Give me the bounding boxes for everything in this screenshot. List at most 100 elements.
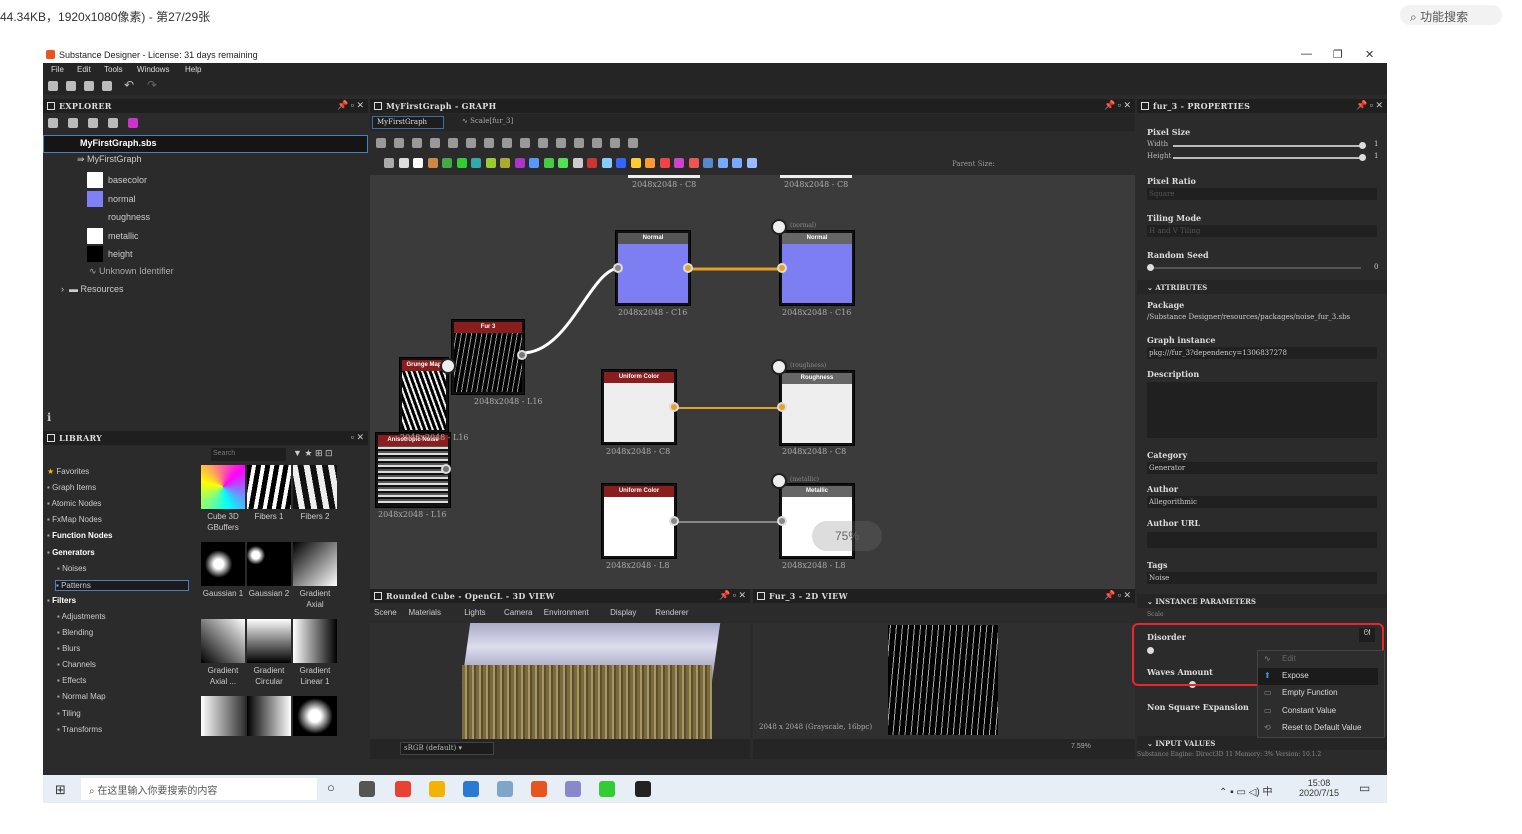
rough-out-input-port[interactable]: [777, 402, 787, 412]
top-node-1[interactable]: [628, 175, 700, 178]
epic-icon[interactable]: [635, 781, 651, 797]
node-shortcut-icon[interactable]: [529, 158, 539, 168]
graph-tool-icon[interactable]: [574, 138, 584, 148]
explorer-icon[interactable]: [429, 781, 445, 797]
tiling-mode-select[interactable]: H and V Tiling: [1147, 225, 1377, 237]
uniform2-output-port[interactable]: [669, 516, 679, 526]
metal-out-input-port[interactable]: [777, 516, 787, 526]
graph-tool-icon[interactable]: [502, 138, 512, 148]
view2d-viewport[interactable]: 2048 x 2048 (Grayscale, 16bpc): [753, 623, 1135, 739]
library-thumbnail[interactable]: [247, 696, 291, 736]
view3d-menu-item[interactable]: Display: [610, 608, 636, 617]
panel-buttons[interactable]: 📌 ▫ ✕: [1356, 100, 1383, 111]
close-button[interactable]: ✕: [1365, 48, 1374, 61]
node-shortcut-icon[interactable]: [674, 158, 684, 168]
aniso-output-port[interactable]: [441, 464, 451, 474]
node-shortcut-icon[interactable]: [514, 158, 525, 168]
photos-icon[interactable]: [497, 781, 513, 797]
library-category-item[interactable]: ▪ Adjustments: [57, 612, 106, 621]
tree-unknown-row[interactable]: ∿ Unknown Identifier: [89, 266, 174, 284]
redo-icon[interactable]: ↷: [147, 78, 157, 92]
library-category-item[interactable]: ▪ Atomic Nodes: [47, 499, 101, 508]
node-shortcut-icon[interactable]: [616, 158, 626, 168]
graph-tool-icon[interactable]: [448, 138, 458, 148]
library-category-item[interactable]: ▪ FxMap Nodes: [47, 515, 102, 524]
node-shortcut-icon[interactable]: [587, 158, 597, 168]
node-shortcut-icon[interactable]: [384, 158, 394, 168]
fur-output-port[interactable]: [517, 350, 527, 360]
tray-icons[interactable]: ⌃ ▪ ▭ ◁) 中: [1219, 783, 1273, 798]
node-shortcut-icon[interactable]: [601, 158, 612, 168]
menu-file[interactable]: File: [51, 65, 64, 74]
library-thumbnail[interactable]: [201, 696, 245, 736]
new-graph-icon[interactable]: [66, 81, 76, 91]
instance-params-section[interactable]: ⌄ INSTANCE PARAMETERS: [1137, 594, 1387, 608]
normal-node[interactable]: Normal: [616, 231, 690, 305]
node-shortcut-icon[interactable]: [485, 158, 496, 168]
view3d-menu-item[interactable]: Renderer: [655, 608, 688, 617]
chrome-icon[interactable]: [395, 781, 411, 797]
context-menu-item[interactable]: ⟲ Reset to Default Value: [1258, 720, 1378, 737]
library-thumbnail[interactable]: [293, 465, 337, 509]
width-knob[interactable]: [1359, 142, 1366, 149]
seed-knob[interactable]: [1147, 264, 1154, 271]
library-thumbnail[interactable]: [247, 619, 291, 663]
menu-windows[interactable]: Windows: [137, 65, 169, 74]
library-search-input[interactable]: Search: [211, 448, 286, 461]
substance-taskbar-icon[interactable]: [531, 781, 547, 797]
view3d-menu-item[interactable]: Materials: [409, 608, 441, 617]
category-field[interactable]: Generator: [1147, 462, 1377, 474]
node-shortcut-icon[interactable]: [717, 158, 728, 168]
tab-scale-fur[interactable]: ∿ Scale[fur_3]: [462, 117, 513, 125]
graph-instance-field[interactable]: pkg:///fur_3?dependency=1306837278: [1147, 347, 1377, 359]
top-node-2[interactable]: [780, 175, 852, 178]
graph-tool-icon[interactable]: [556, 138, 566, 148]
restore-button[interactable]: ❐: [1333, 48, 1343, 61]
node-shortcut-icon[interactable]: [659, 158, 670, 168]
library-thumbnail[interactable]: [247, 465, 291, 509]
menu-edit[interactable]: Edit: [77, 65, 91, 74]
view3d-viewport[interactable]: [370, 623, 750, 739]
minimize-button[interactable]: —: [1301, 48, 1312, 60]
library-thumbnail[interactable]: [201, 465, 245, 509]
anisotropic-noise-node[interactable]: Anisotropic Noise: [376, 433, 450, 507]
library-category-item[interactable]: ▪ Transforms: [57, 725, 102, 734]
attributes-section[interactable]: ⌄ ATTRIBUTES: [1137, 280, 1387, 294]
node-shortcut-icon[interactable]: [746, 158, 757, 168]
node-shortcut-icon[interactable]: [456, 158, 467, 168]
colorspace-select[interactable]: sRGB (default) ▾: [400, 742, 494, 755]
node-shortcut-icon[interactable]: [500, 158, 510, 168]
library-category-item[interactable]: ▪ Normal Map: [57, 692, 106, 701]
save-icon[interactable]: [102, 81, 112, 91]
library-category-item[interactable]: ▪ Channels: [57, 660, 96, 669]
view3d-menu-item[interactable]: Environment: [544, 608, 589, 617]
library-category-item[interactable]: ▪ Blending: [57, 628, 93, 637]
node-shortcut-icon[interactable]: [630, 158, 641, 168]
roughness-output-node[interactable]: Roughness: [780, 371, 854, 445]
library-category-item[interactable]: ▪ Patterns: [55, 579, 189, 591]
node-shortcut-icon[interactable]: [688, 158, 699, 168]
menu-tools[interactable]: Tools: [104, 65, 123, 74]
explorer-new-icon[interactable]: [68, 118, 78, 128]
library-thumbnail[interactable]: [293, 619, 337, 663]
tags-field[interactable]: Noise: [1147, 572, 1377, 584]
view3d-menu-item[interactable]: Camera: [504, 608, 532, 617]
normal-output-port[interactable]: [683, 263, 693, 273]
clock[interactable]: 15:08 2020/7/15: [1299, 778, 1339, 798]
taskbar-search-input[interactable]: ⌕ 在这里输入你要搜索的内容: [81, 778, 317, 800]
cortana-icon[interactable]: ○: [327, 780, 335, 795]
description-field[interactable]: [1147, 382, 1377, 438]
feature-search-button[interactable]: ⌕ 功能搜索: [1400, 5, 1502, 25]
library-category-item[interactable]: ▪ Generators: [47, 548, 95, 557]
graph-tool-icon[interactable]: [520, 138, 530, 148]
panel-buttons[interactable]: 📌 ▫ ✕: [1104, 100, 1131, 111]
explorer-save-icon[interactable]: [48, 118, 58, 128]
graph-tool-icon[interactable]: [628, 138, 638, 148]
notification-icon[interactable]: ▭: [1359, 781, 1370, 795]
seed-slider[interactable]: [1151, 267, 1361, 269]
uniform1-output-port[interactable]: [669, 402, 679, 412]
context-menu-item[interactable]: ∿ Edit: [1258, 651, 1378, 668]
library-thumbnail[interactable]: [293, 696, 337, 736]
node-shortcut-icon[interactable]: [398, 158, 409, 168]
graph-tool-icon[interactable]: [610, 138, 620, 148]
